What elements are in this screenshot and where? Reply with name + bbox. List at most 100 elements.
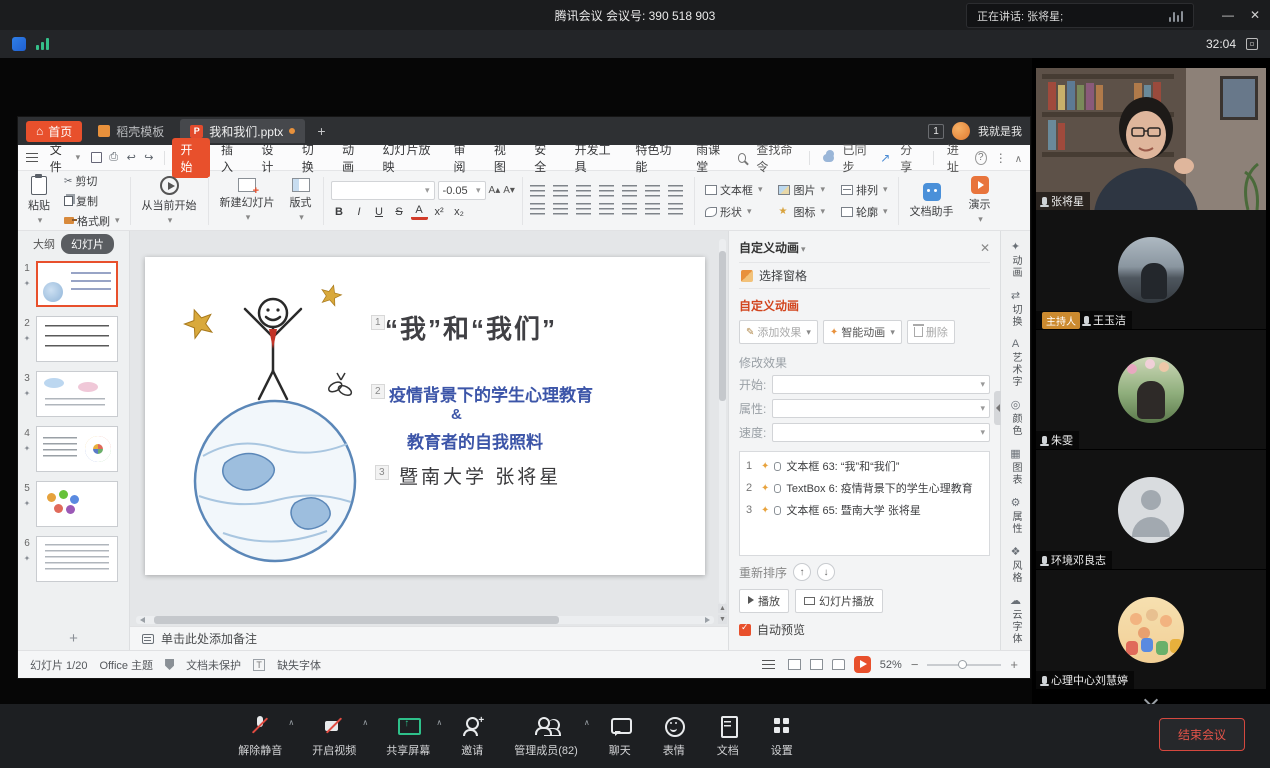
bold-button[interactable]: B (331, 203, 348, 220)
slide-subtitle-line1[interactable]: 疫情背景下的学生心理教育 (389, 381, 593, 406)
line-spacing-icon[interactable] (553, 203, 568, 216)
clear-format-icon[interactable] (668, 203, 683, 216)
italic-button[interactable]: I (351, 203, 368, 220)
align-left-icon[interactable] (622, 185, 637, 198)
participant-tile[interactable]: 环境邓良志 (1036, 450, 1266, 570)
property-select[interactable] (772, 399, 990, 418)
zoom-slider-thumb[interactable] (958, 660, 967, 669)
horizontal-scrollbar[interactable] (136, 616, 714, 624)
slide[interactable]: 1 “我”和“我们” 2 疫情背景下的学生心理教育 & 教育者的自我照料 3 暨… (145, 257, 705, 575)
copy-button[interactable]: 复制 (61, 192, 123, 210)
outdent-icon[interactable] (576, 185, 591, 198)
slide-subtitle-line2[interactable]: 教育者的自我照料 (407, 428, 543, 453)
menu-tab[interactable]: 雨课堂 (687, 138, 736, 178)
emoji-button[interactable]: 表情 (662, 714, 686, 758)
slides-tab[interactable]: 幻灯片 (61, 234, 114, 254)
delete-effect-button[interactable]: 删除 (907, 320, 955, 344)
minimize-icon[interactable]: — (1222, 8, 1234, 22)
menu-tab[interactable]: 切换 (293, 138, 331, 178)
speaker-video-tile[interactable]: 张将星 (1036, 68, 1266, 210)
undo-icon[interactable]: ↩ (124, 150, 138, 165)
chevron-up-icon[interactable] (288, 718, 294, 727)
slide-thumbnail-preview[interactable] (36, 316, 118, 362)
start-video-button[interactable]: 开启视频 (312, 714, 356, 758)
zoom-in-button[interactable]: + (1010, 657, 1018, 672)
shape-button[interactable]: 形状 (702, 203, 766, 221)
strikethrough-button[interactable]: S (391, 203, 408, 220)
slideshow-play-button[interactable]: 幻灯片播放 (795, 589, 883, 613)
normal-view-icon[interactable] (788, 659, 801, 670)
panel-title[interactable]: 自定义动画 (739, 239, 806, 256)
docs-button[interactable]: 文档 (716, 714, 740, 758)
color-panel-button[interactable]: ◎ 颜色 (1008, 393, 1023, 442)
slide-thumbnail-preview[interactable] (36, 261, 118, 307)
fullscreen-icon[interactable] (1246, 38, 1258, 50)
font-color-button[interactable]: A (411, 203, 428, 220)
reading-view-icon[interactable] (832, 659, 845, 670)
properties-panel-button[interactable]: ⚙ 属性 (1008, 491, 1023, 540)
menu-tab[interactable]: 动画 (333, 138, 371, 178)
play-from-current-button[interactable]: 从当前开始 (138, 175, 201, 227)
manage-members-button[interactable]: 管理成员(82) (514, 714, 578, 758)
slide-nav-buttons[interactable]: ▲▼ (718, 604, 727, 624)
share-screen-button[interactable]: 共享屏幕 (386, 714, 430, 758)
smart-animation-button[interactable]: 智能动画 (823, 320, 902, 344)
menu-tab[interactable]: 开发工具 (566, 138, 625, 178)
start-select[interactable] (772, 375, 990, 394)
textbox-button[interactable]: 文本框 (702, 181, 766, 199)
animation-list-item[interactable]: 1 文本框 63: “我”和“我们” (740, 455, 989, 477)
layout-button[interactable]: 版式 (286, 177, 316, 224)
align-center-icon[interactable] (645, 185, 660, 198)
animation-panel-button[interactable]: ✦ 动画 (1008, 235, 1023, 284)
list-style-icon[interactable] (622, 203, 637, 216)
doc-assistant-button[interactable]: 文档助手 (906, 182, 958, 220)
help-icon[interactable]: ? (975, 151, 987, 165)
slide-thumbnail-preview[interactable] (36, 371, 118, 417)
unmute-button[interactable]: 解除静音 (238, 714, 282, 758)
zoom-percent[interactable]: 52% (880, 659, 902, 671)
extra-menu-item[interactable]: 进址 (947, 141, 967, 175)
vertical-scrollbar[interactable] (719, 239, 726, 604)
transition-panel-button[interactable]: ⇄ 切换 (1008, 284, 1023, 333)
theme-name[interactable]: Office 主题 (99, 657, 153, 673)
slide-thumbnail[interactable]: 1 (20, 261, 125, 307)
collapse-ribbon-icon[interactable] (1015, 151, 1022, 165)
zoom-out-button[interactable]: − (911, 657, 919, 672)
invite-button[interactable]: 邀请 (460, 714, 484, 758)
slide-title[interactable]: “我”和“我们” (385, 309, 557, 346)
zoom-slider[interactable] (927, 664, 1001, 666)
slide-thumbnail[interactable]: 6 (20, 536, 125, 582)
hamburger-icon[interactable] (26, 153, 38, 162)
chevron-up-icon[interactable] (362, 718, 368, 727)
participant-tile[interactable]: 主持人 王玉洁 (1036, 210, 1266, 330)
menu-tab[interactable]: 视图 (485, 138, 523, 178)
docer-template-tab[interactable]: 稻壳模板 (88, 120, 174, 142)
redo-icon[interactable]: ↪ (142, 150, 156, 165)
save-icon[interactable] (91, 152, 102, 163)
move-up-button[interactable]: ↑ (793, 563, 811, 581)
protection-status[interactable]: 文档未保护 (186, 657, 241, 673)
sync-status[interactable]: 已同步 (842, 141, 872, 175)
close-icon[interactable]: ✕ (1250, 8, 1260, 22)
end-meeting-button[interactable]: 结束会议 (1159, 718, 1245, 751)
settings-button[interactable]: 设置 (770, 714, 794, 758)
icon-library-button[interactable]: 图标 (775, 203, 828, 221)
move-down-button[interactable]: ↓ (817, 563, 835, 581)
missing-fonts[interactable]: 缺失字体 (277, 657, 321, 673)
present-button[interactable]: 演示 (965, 175, 995, 226)
cloud-fonts-button[interactable]: ☁ 云字体 (1008, 589, 1023, 650)
add-effect-button[interactable]: 添加效果 (739, 320, 818, 344)
menu-tab[interactable]: 设计 (252, 138, 290, 178)
chevron-up-icon[interactable] (584, 718, 590, 727)
selection-pane-button[interactable]: 选择窗格 (739, 262, 990, 289)
slide-thumbnail[interactable]: 2 (20, 316, 125, 362)
picture-button[interactable]: 图片 (775, 181, 828, 199)
menu-tab[interactable]: 审阅 (444, 138, 482, 178)
cut-button[interactable]: 剪切 (61, 172, 123, 190)
decrease-font-button[interactable]: A▾ (503, 185, 515, 196)
slide-canvas[interactable]: 1 “我”和“我们” 2 疫情背景下的学生心理教育 & 教育者的自我照料 3 暨… (130, 231, 728, 650)
justify-icon[interactable] (530, 203, 545, 216)
user-avatar[interactable] (952, 122, 970, 140)
more-icon[interactable] (995, 151, 1007, 165)
menu-tab[interactable]: 安全 (525, 138, 563, 178)
